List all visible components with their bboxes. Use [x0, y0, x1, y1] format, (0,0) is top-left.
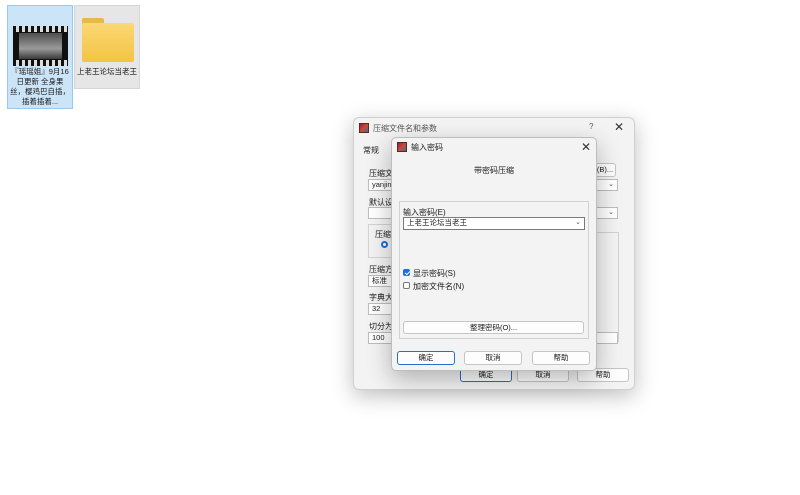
folder-icon: [82, 18, 134, 62]
archive-name-label: 压缩文: [369, 169, 393, 178]
password-dialog: 输入密码 ✕ 带密码压缩 输入密码(E) 上老王论坛当老王 ⌄ 显示密码(S) …: [391, 137, 597, 371]
options-group: [594, 232, 619, 342]
method-select[interactable]: 标准: [368, 275, 393, 287]
chevron-down-icon: ⌄: [608, 181, 614, 188]
password-help-button[interactable]: 帮助: [532, 351, 590, 365]
split-input[interactable]: 100: [368, 332, 393, 344]
winrar-app-icon: [359, 123, 369, 133]
format-radio[interactable]: [381, 241, 388, 248]
organize-passwords-button[interactable]: 整理密码(O)...: [403, 321, 584, 334]
dictionary-select[interactable]: 32: [368, 303, 393, 315]
password-value: 上老王论坛当老王: [407, 218, 467, 227]
tab-general[interactable]: 常规: [363, 145, 379, 156]
browse-button[interactable]: (B)...: [594, 163, 616, 177]
password-dialog-title: 输入密码: [411, 143, 443, 152]
video-thumbnail: [13, 26, 68, 66]
dictionary-label: 字典大: [369, 293, 393, 302]
close-icon[interactable]: ✕: [614, 121, 624, 133]
show-password-checkbox[interactable]: [403, 269, 410, 276]
password-cancel-button[interactable]: 取消: [464, 351, 522, 365]
profile-field[interactable]: [368, 207, 393, 219]
winrar-app-icon: [397, 142, 407, 152]
video-file-item[interactable]: 『瑶瑶姐』9月16日更新 全身果丝，樱鸡巴自插，插着插着...: [7, 5, 73, 109]
video-file-label: 『瑶瑶姐』9月16日更新 全身果丝，樱鸡巴自插，插着插着...: [10, 67, 70, 106]
password-dialog-heading: 带密码压缩: [474, 166, 514, 175]
split-label: 切分为: [369, 322, 393, 331]
profile-select[interactable]: ⌄: [594, 207, 618, 219]
update-mode-select[interactable]: ⌄: [594, 179, 618, 191]
archive-dialog-title: 压缩文件名和参数: [373, 124, 437, 133]
chevron-down-icon: ⌄: [575, 219, 581, 226]
password-input[interactable]: 上老王论坛当老王 ⌄: [403, 217, 585, 230]
password-ok-button[interactable]: 确定: [397, 351, 455, 365]
method-label: 压缩方: [369, 265, 393, 274]
folder-label: 上老王论坛当老王: [77, 67, 137, 76]
encrypt-names-checkbox[interactable]: [403, 282, 410, 289]
folder-item[interactable]: 上老王论坛当老王: [74, 5, 140, 89]
archive-dialog-titlebar: 压缩文件名和参数 ? ✕: [354, 118, 634, 138]
format-group-label: 压缩: [375, 230, 391, 239]
encrypt-names-label[interactable]: 加密文件名(N): [413, 281, 464, 292]
show-password-label[interactable]: 显示密码(S): [413, 268, 456, 279]
split-unit-field[interactable]: [594, 332, 618, 344]
help-icon[interactable]: ?: [589, 122, 593, 131]
chevron-down-icon: ⌄: [608, 209, 614, 216]
archive-name-input[interactable]: yanjin: [368, 179, 393, 191]
close-icon[interactable]: ✕: [581, 141, 591, 153]
password-group: 输入密码(E) 上老王论坛当老王 ⌄ 显示密码(S) 加密文件名(N) 整理密码…: [399, 201, 589, 339]
